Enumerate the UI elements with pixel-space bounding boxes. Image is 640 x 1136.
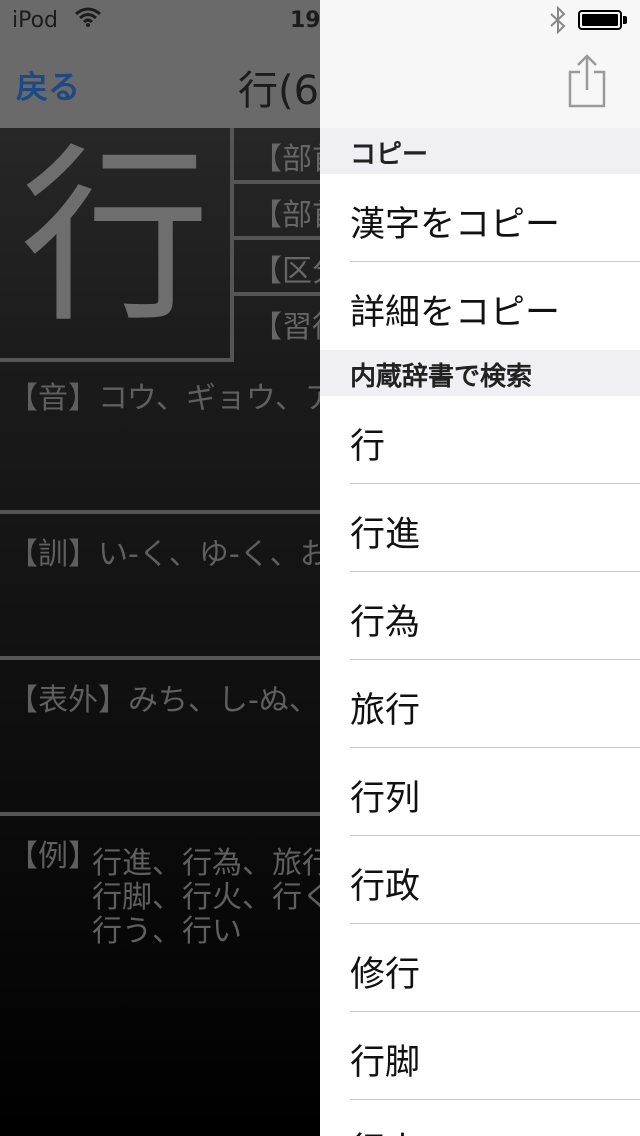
example-line: 行う、行い — [92, 914, 242, 949]
examples-label: 【例】 — [8, 839, 98, 874]
copy-kanji-button[interactable]: 漢字をコピー — [320, 174, 640, 262]
action-panel: コピー 漢字をコピー 詳細をコピー 内蔵辞書で検索 行 行進 行為 旅行 行列 … — [320, 0, 640, 1136]
info-row-grade: 【習得 — [252, 310, 342, 345]
hyogai-reading: 【表外】みち、し-ぬ、ヤ — [8, 683, 349, 718]
kanji-character: 行 — [19, 127, 210, 348]
search-item-button[interactable]: 行 — [320, 396, 640, 484]
wifi-icon — [75, 7, 101, 27]
search-item-button[interactable]: 旅行 — [320, 660, 640, 748]
battery-icon — [578, 10, 622, 30]
search-item-button[interactable]: 行火 — [320, 1100, 640, 1136]
copy-details-button[interactable]: 詳細をコピー — [320, 262, 640, 350]
info-row-radical: 【部首 — [234, 128, 342, 184]
search-item-button[interactable]: 行政 — [320, 836, 640, 924]
bluetooth-icon — [550, 6, 566, 34]
search-item-button[interactable]: 行為 — [320, 572, 640, 660]
search-item-button[interactable]: 修行 — [320, 924, 640, 1012]
info-row-category: 【区分 — [234, 240, 342, 296]
info-row-radical-2: 【部首 — [234, 184, 342, 240]
share-icon[interactable] — [566, 52, 608, 110]
copy-section-header: コピー — [320, 128, 640, 174]
search-item-button[interactable]: 行脚 — [320, 1012, 640, 1100]
dictionary-search-section-header: 内蔵辞書で検索 — [320, 350, 640, 396]
kanji-display: 行 — [0, 128, 234, 362]
panel-header — [320, 0, 640, 128]
battery-tip — [623, 16, 627, 24]
search-item-button[interactable]: 行列 — [320, 748, 640, 836]
back-button[interactable]: 戻る — [16, 62, 80, 108]
on-reading: 【音】コウ、ギョウ、ア — [8, 381, 335, 416]
search-item-button[interactable]: 行進 — [320, 484, 640, 572]
kun-reading: 【訓】い-く、ゆ-く、お — [8, 537, 330, 572]
status-carrier: iPod — [12, 8, 59, 33]
page-title: 行(6 — [238, 68, 320, 114]
